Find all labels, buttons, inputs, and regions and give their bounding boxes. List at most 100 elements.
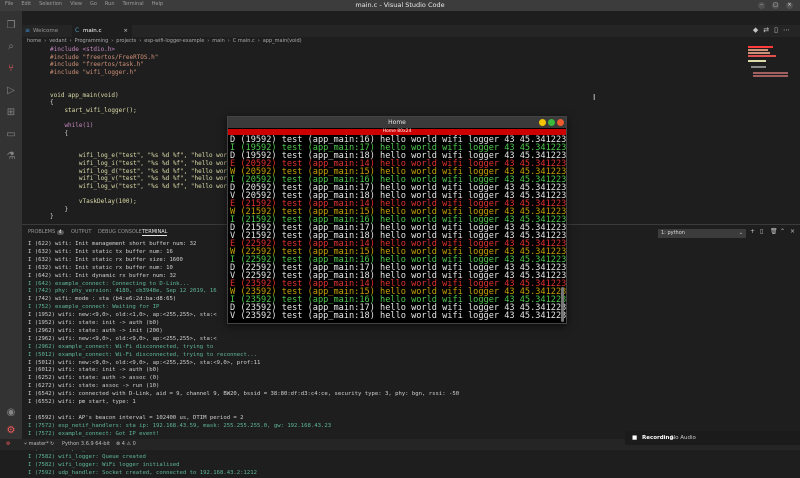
minimize-icon[interactable] bbox=[539, 119, 546, 126]
compare-icon[interactable]: ⇄ bbox=[763, 26, 769, 34]
terminal-line: I (1952) wifi: new:<9,0>, old:<1,0>, ap:… bbox=[28, 312, 217, 319]
remote-explorer-icon[interactable]: ▭ bbox=[5, 129, 17, 141]
errors-count: 4 bbox=[121, 441, 125, 447]
terminal-line: I (622) wifi: Init management short buff… bbox=[28, 241, 197, 247]
tab-main-label: main.c bbox=[83, 28, 102, 34]
terminal-line: I (752) example_connect: Waiting for IP bbox=[28, 304, 160, 311]
tab-terminal[interactable]: TERMINAL bbox=[142, 229, 168, 236]
new-terminal-icon[interactable]: + bbox=[750, 228, 755, 235]
close-tab-icon[interactable]: × bbox=[123, 25, 128, 37]
terminal-line: I (6592) wifi: AP's beacon interval = 10… bbox=[28, 414, 244, 421]
terminal-line: I (6272) wifi: state: assoc -> run (10) bbox=[28, 383, 160, 390]
kill-terminal-icon[interactable]: 🗑 bbox=[770, 228, 778, 235]
testing-icon[interactable]: ⚗ bbox=[5, 151, 17, 163]
breadcrumb-item[interactable]: vedant bbox=[49, 38, 66, 44]
recording-label: Recording bbox=[642, 435, 674, 441]
split-editor-icon[interactable]: ◆ bbox=[753, 26, 758, 34]
run-debug-icon[interactable]: ▷ bbox=[5, 85, 17, 97]
breadcrumb-item[interactable]: app_main(void) bbox=[263, 38, 302, 44]
python-interpreter[interactable]: Python 3.6.9 64-bit bbox=[62, 441, 110, 447]
tab-welcome-label: Welcome bbox=[33, 28, 59, 34]
minimap[interactable] bbox=[745, 46, 790, 106]
home-terminal-line: V (23592) test (app_main:18) hello world… bbox=[230, 311, 567, 321]
tab-main-c[interactable]: C main.c × bbox=[72, 25, 132, 37]
terminal-line: I (2962) example_connect: Wi-Fi disconne… bbox=[28, 343, 214, 350]
activity-bar: ❐ ⌕ ⑂ ▷ ⊞ ▭ ⚗ ◉ ⚙ bbox=[0, 11, 22, 439]
home-window-title: Home bbox=[388, 119, 406, 126]
warnings-count: 0 bbox=[132, 441, 136, 447]
code-line: #include "wifi_logger.h" bbox=[50, 68, 137, 76]
sync-icon[interactable]: ↻ bbox=[50, 441, 54, 447]
terminal-line: I (6542) wifi: connected with D-Link, ai… bbox=[28, 391, 460, 398]
terminal-line: I (742) phy: phy_version: 4180, cb3948e,… bbox=[28, 288, 217, 295]
code-line: { bbox=[50, 129, 69, 137]
search-icon[interactable]: ⌕ bbox=[5, 41, 17, 53]
terminal-line: I (5012) example_connect: Wi-Fi disconne… bbox=[28, 351, 258, 358]
maximize-panel-icon[interactable]: ⌃ bbox=[780, 228, 785, 235]
terminal-line: I (6012) wifi: state: init -> auth (b0) bbox=[28, 367, 160, 374]
recording-indicator: ■ Recording No Audio bbox=[625, 431, 800, 445]
breadcrumb-item[interactable]: esp-wifi-logger-example bbox=[144, 38, 204, 44]
maximize-icon[interactable]: □ bbox=[772, 2, 779, 9]
extensions-icon[interactable]: ⊞ bbox=[5, 107, 17, 119]
code-line: start_wifi_logger(); bbox=[50, 106, 137, 114]
stop-icon[interactable]: ■ bbox=[632, 431, 637, 445]
source-control-icon[interactable]: ⑂ bbox=[5, 63, 17, 75]
settings-gear-icon[interactable]: ⚙ bbox=[5, 425, 17, 437]
breadcrumb-item[interactable]: home bbox=[27, 38, 41, 44]
tab-debug-console[interactable]: DEBUG CONSOLE bbox=[98, 229, 142, 235]
problems-count-badge: 4 bbox=[56, 230, 64, 235]
terminal-line: I (7582) wifi_logger: WiFi logger initia… bbox=[28, 462, 180, 469]
tab-problems-label: PROBLEMS bbox=[28, 229, 56, 235]
terminal-line: I (6552) wifi: pm start, type: 1 bbox=[28, 399, 136, 405]
breadcrumb-item[interactable]: main bbox=[212, 38, 225, 44]
terminal-line: I (6252) wifi: state: auth -> assoc (0) bbox=[28, 375, 160, 382]
tab-welcome[interactable]: ≡ Welcome bbox=[22, 25, 72, 37]
account-icon[interactable]: ◉ bbox=[5, 407, 17, 419]
breadcrumb-item[interactable]: projects bbox=[116, 38, 136, 44]
problems-status[interactable]: ⊗ 4 ⚠ 0 bbox=[116, 441, 136, 447]
home-window-titlebar: Home bbox=[228, 117, 566, 128]
c-file-icon: C bbox=[75, 27, 80, 34]
terminal-line: I (7592) udp_handler: Socket created, co… bbox=[28, 470, 258, 477]
home-terminal-scrollbar[interactable] bbox=[561, 287, 564, 322]
terminal-line: I (2962) wifi: state: auth -> init (200) bbox=[28, 327, 163, 334]
terminal-line: I (742) wifi: mode : sta (b4:e6:2d:ba:d8… bbox=[28, 296, 177, 303]
split-terminal-icon[interactable]: ▯ bbox=[760, 228, 763, 235]
breadcrumb: home › vedant › Programming › projects › esp… bbox=[27, 38, 302, 44]
minimize-icon[interactable]: – bbox=[758, 2, 765, 9]
breadcrumb-item[interactable]: C main.c bbox=[233, 38, 255, 44]
breadcrumb-item[interactable]: Programming bbox=[75, 38, 109, 44]
terminal-select[interactable]: 1: python ⌄ bbox=[658, 229, 746, 238]
terminal-line: I (642) example_connect: Connecting to D… bbox=[28, 280, 190, 287]
tab-problems[interactable]: PROBLEMS 4 bbox=[28, 229, 64, 235]
editor-tab-bar: ≡ Welcome C main.c × bbox=[22, 25, 800, 37]
title-bar: File Edit Selection View Go Run Terminal… bbox=[0, 0, 800, 11]
code-line: void app_main(void) bbox=[50, 91, 119, 99]
terminal-line: I (632) wifi: Init static rx buffer size… bbox=[28, 256, 183, 263]
close-icon[interactable] bbox=[557, 119, 564, 126]
terminal-line: I (7572) example_connect: Got IP event! bbox=[28, 430, 160, 437]
terminal-line: I (642) wifi: Init dynamic rx buffer num… bbox=[28, 272, 177, 279]
home-terminal-window[interactable]: Home Home 80x24 D (19592) test (app_main… bbox=[227, 116, 567, 324]
terminal-line: I (7582) wifi_logger: Queue created bbox=[28, 454, 146, 461]
terminal-line: I (632) wifi: Init static tx buffer num:… bbox=[28, 248, 173, 255]
more-actions-icon[interactable]: ⋯ bbox=[783, 26, 790, 34]
welcome-icon: ≡ bbox=[25, 27, 31, 34]
terminal-line: I (2962) wifi: new:<9,0>, old:<9,0>, ap:… bbox=[28, 335, 217, 342]
chevron-down-icon: ⌄ bbox=[738, 230, 743, 236]
close-icon[interactable]: × bbox=[786, 2, 793, 9]
code-line: } bbox=[50, 213, 54, 221]
terminal-line: I (632) wifi: Init static rx buffer num:… bbox=[28, 264, 173, 271]
code-line: wifi_log_w("test", "%s %d %f", "hello wo… bbox=[50, 182, 231, 190]
terminal-line: I (5012) wifi: new:<9,0>, old:<9,0>, ap:… bbox=[28, 359, 261, 366]
explorer-icon[interactable]: ❐ bbox=[5, 20, 17, 32]
maximize-icon[interactable] bbox=[548, 119, 555, 126]
tab-output[interactable]: OUTPUT bbox=[71, 229, 91, 235]
error-gear-icon: ⚙ bbox=[6, 441, 11, 447]
branch-status[interactable]: ⑂ master* bbox=[24, 441, 49, 447]
editor-actions: ◆ ⇄ ▯ ⋯ bbox=[753, 26, 790, 34]
audio-label: No Audio bbox=[671, 435, 696, 441]
split-icon[interactable]: ▯ bbox=[774, 26, 778, 34]
close-panel-icon[interactable]: × bbox=[790, 228, 795, 235]
